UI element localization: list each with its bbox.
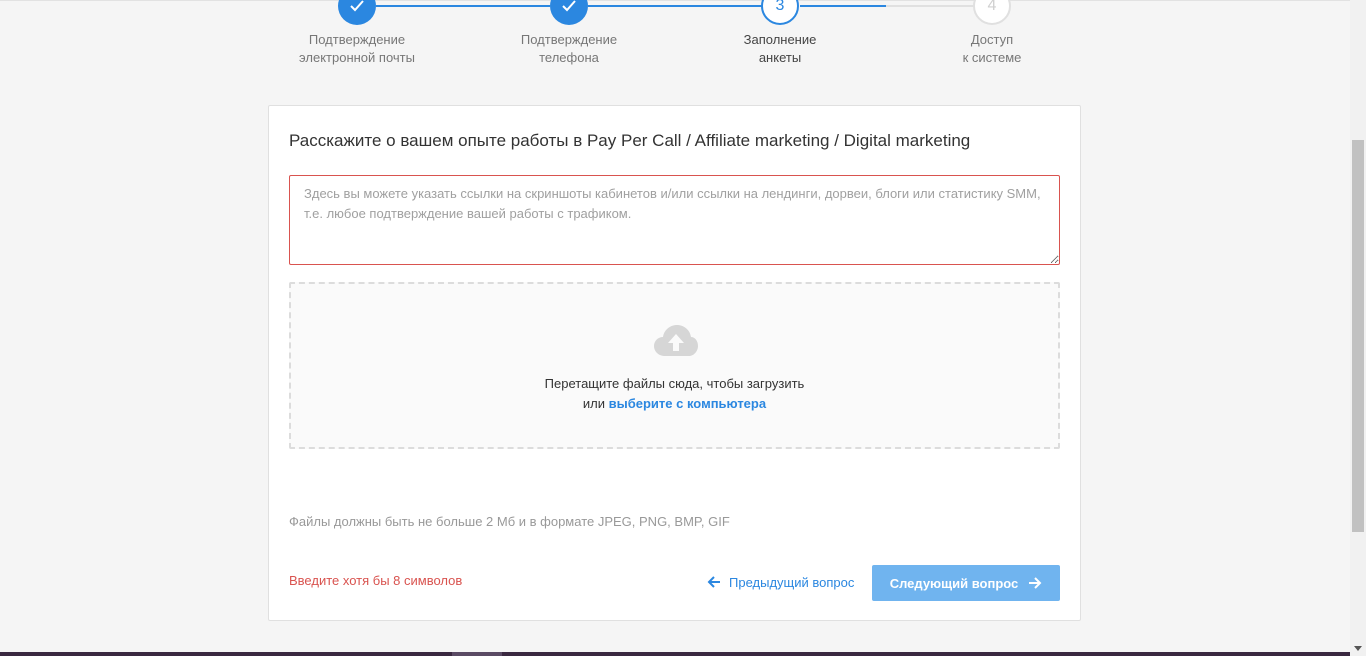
step-connector-1-2 [376, 5, 550, 7]
drop-instructions: Перетащите файлы сюда, чтобы загрузить и… [291, 374, 1058, 414]
previous-question-button[interactable]: Предыдущий вопрос [707, 572, 854, 592]
next-question-label: Следующий вопрос [889, 575, 1019, 591]
arrow-left-icon [707, 576, 720, 588]
validation-error: Введите хотя бы 8 символов [289, 573, 463, 588]
scroll-down-arrow-icon[interactable] [1354, 646, 1362, 651]
step-4-label-line2: к системе [962, 50, 1022, 65]
bottom-bar-segment [452, 652, 502, 656]
scrollbar-thumb[interactable] [1352, 140, 1364, 532]
step-connector-3-4-progress [800, 5, 886, 7]
file-requirements-hint: Файлы должны быть не больше 2 Мб и в фор… [289, 514, 730, 529]
answer-textarea[interactable] [289, 175, 1060, 265]
step-1-label-line2: электронной почты [299, 50, 415, 65]
file-dropzone[interactable]: Перетащите файлы сюда, чтобы загрузить и… [289, 282, 1060, 449]
check-icon [562, 0, 576, 12]
step-connector-2-3 [588, 5, 762, 7]
question-title: Расскажите о вашем опыте работы в Pay Pe… [289, 131, 971, 150]
question-card: Расскажите о вашем опыте работы в Pay Pe… [268, 105, 1081, 621]
previous-question-label: Предыдущий вопрос [729, 574, 855, 590]
step-2-label-line2: телефона [539, 50, 599, 65]
choose-from-computer-link[interactable]: выберите с компьютера [609, 396, 766, 411]
drop-text-or: или [582, 396, 606, 411]
check-icon [350, 0, 364, 12]
step-3-label-line2: анкеты [758, 50, 802, 65]
step-2-label-line1: Подтверждение [520, 32, 618, 47]
page-scrollbar[interactable] [1350, 0, 1366, 656]
step-1-label-line1: Подтверждение [308, 32, 406, 47]
step-4-circle: 4 [973, 0, 1011, 25]
step-3-circle: 3 [761, 0, 799, 25]
step-3-label: Заполнение анкеты [700, 31, 860, 67]
cloud-upload-icon [654, 325, 698, 356]
step-4-label: Доступ к системе [912, 31, 1072, 67]
step-4-label-line1: Доступ [970, 32, 1014, 47]
drop-text-secondary: или выберите с компьютера [291, 394, 1058, 414]
progress-stepper: 3 4 Подтверждение электронной почты Подт… [0, 0, 1350, 80]
step-2-circle [550, 0, 588, 25]
step-4-number: 4 [987, 0, 997, 14]
step-1-label: Подтверждение электронной почты [277, 31, 437, 67]
drop-text-main: Перетащите файлы сюда, чтобы загрузить [544, 376, 805, 391]
bottom-bar [0, 652, 1350, 656]
arrow-right-icon [1029, 577, 1042, 589]
step-1-circle [338, 0, 376, 25]
step-2-label: Подтверждение телефона [489, 31, 649, 67]
next-question-button[interactable]: Следующий вопрос [872, 565, 1060, 601]
step-3-number: 3 [775, 0, 785, 14]
step-connector-3-4-rest [886, 5, 974, 7]
step-3-label-line1: Заполнение [743, 32, 817, 47]
